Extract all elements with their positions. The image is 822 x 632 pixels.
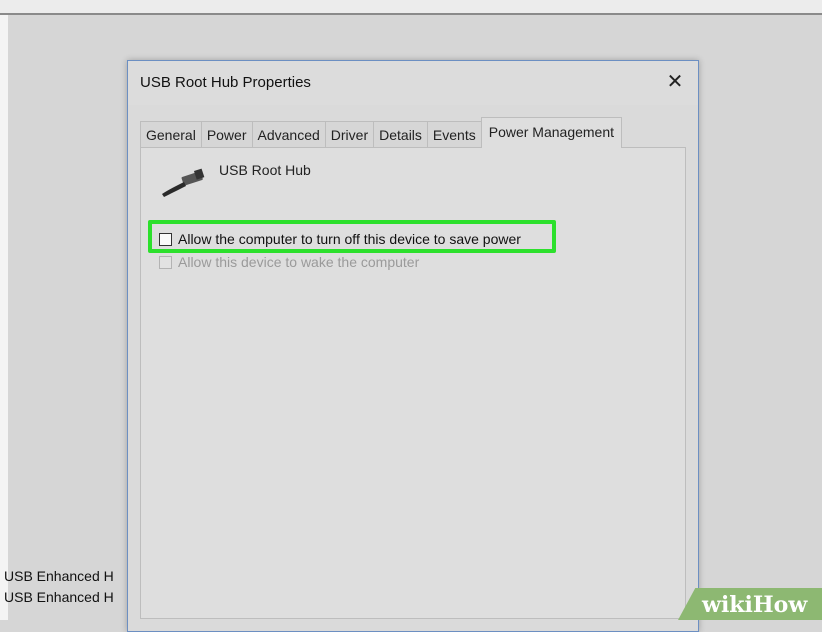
background-device-list: USB Enhanced H USB Enhanced H bbox=[4, 566, 128, 608]
allow-turn-off-label[interactable]: Allow the computer to turn off this devi… bbox=[178, 231, 521, 247]
usb-plug-icon bbox=[162, 168, 205, 197]
tab-general[interactable]: General bbox=[140, 121, 202, 148]
close-icon[interactable]: ✕ bbox=[662, 69, 688, 95]
power-management-panel: USB Root Hub Allow the computer to turn … bbox=[140, 147, 686, 619]
wikihow-logo-text: wikiHow bbox=[702, 592, 808, 618]
tab-events[interactable]: Events bbox=[426, 121, 482, 148]
allow-wake-label: Allow this device to wake the computer bbox=[178, 254, 420, 270]
allow-wake-option: Allow this device to wake the computer bbox=[159, 254, 419, 270]
allow-turn-off-option[interactable]: Allow the computer to turn off this devi… bbox=[159, 231, 521, 247]
background-list-item[interactable]: USB Enhanced H bbox=[4, 587, 128, 608]
background-list-item[interactable]: USB Enhanced H bbox=[4, 566, 128, 587]
tab-details[interactable]: Details bbox=[373, 121, 428, 148]
allow-turn-off-checkbox[interactable] bbox=[159, 232, 172, 246]
dialog-titlebar[interactable]: USB Root Hub Properties ✕ bbox=[128, 61, 698, 105]
tab-power[interactable]: Power bbox=[200, 121, 253, 148]
allow-wake-checkbox bbox=[159, 255, 172, 269]
device-name: USB Root Hub bbox=[219, 162, 311, 178]
tab-driver[interactable]: Driver bbox=[324, 121, 375, 148]
wikihow-watermark: wikiHow bbox=[678, 588, 822, 620]
dialog-title: USB Root Hub Properties bbox=[140, 74, 311, 91]
tab-strip: General Power Advanced Driver Details Ev… bbox=[140, 117, 623, 148]
tab-power-management[interactable]: Power Management bbox=[480, 117, 623, 148]
tab-advanced[interactable]: Advanced bbox=[251, 121, 326, 148]
background-window bbox=[0, 15, 8, 620]
properties-dialog: USB Root Hub Properties ✕ General Power … bbox=[127, 60, 699, 632]
background-window-titlebar bbox=[0, 0, 822, 15]
